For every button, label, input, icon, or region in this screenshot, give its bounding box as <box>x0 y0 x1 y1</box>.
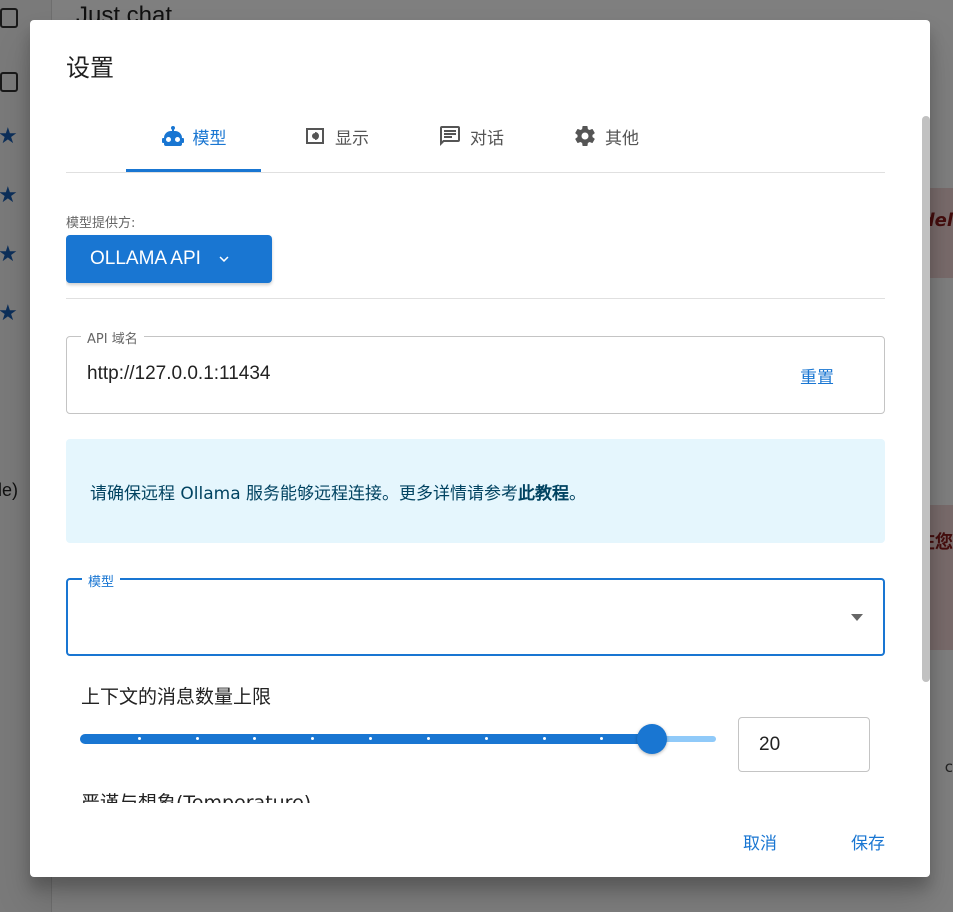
slider-mark <box>600 737 603 740</box>
reset-button[interactable]: 重置 <box>800 363 834 388</box>
settings-dialog: 设置 模型 显示 对话 其他 模型提供方: OLLAMA API API 域名 … <box>30 20 930 877</box>
provider-dropdown-button[interactable]: OLLAMA API <box>66 235 272 283</box>
provider-value: OLLAMA API <box>90 248 201 269</box>
slider-mark <box>543 737 546 740</box>
robot-icon <box>161 126 184 146</box>
tab-label: 模型 <box>192 128 227 149</box>
dialog-actions: 取消 保存 <box>30 803 930 877</box>
chevron-down-icon <box>219 256 229 262</box>
slider-track <box>80 734 652 744</box>
tab-chat[interactable]: 对话 <box>416 100 526 172</box>
chat-icon <box>440 126 460 146</box>
cancel-button[interactable]: 取消 <box>743 829 777 854</box>
section-divider <box>66 298 885 299</box>
gear-icon <box>575 126 595 146</box>
display-icon <box>306 128 324 144</box>
alert-suffix: 。 <box>569 484 587 504</box>
tab-label: 其他 <box>605 128 639 149</box>
slider-mark <box>196 737 199 740</box>
context-limit-label: 上下文的消息数量上限 <box>81 686 272 708</box>
tab-display[interactable]: 显示 <box>281 100 391 172</box>
slider-thumb[interactable] <box>637 724 667 754</box>
slider-mark <box>427 737 430 740</box>
save-button[interactable]: 保存 <box>851 829 885 854</box>
tab-other[interactable]: 其他 <box>551 100 661 172</box>
slider-mark <box>311 737 314 740</box>
model-select-legend: 模型 <box>82 571 121 590</box>
api-host-input[interactable]: http://127.0.0.1:11434 <box>87 363 270 385</box>
dialog-content: 模型 显示 对话 其他 模型提供方: OLLAMA API API 域名 htt… <box>66 100 885 803</box>
context-limit-slider[interactable] <box>80 724 716 754</box>
tab-indicator <box>126 169 261 172</box>
dropdown-arrow-icon <box>851 614 863 621</box>
api-host-legend: API 域名 <box>81 328 144 347</box>
model-select[interactable]: 模型 <box>66 571 885 656</box>
dialog-scrollbar[interactable] <box>922 116 930 682</box>
tutorial-link[interactable]: 此教程 <box>518 484 569 504</box>
settings-tabs: 模型 显示 对话 其他 <box>66 100 885 173</box>
slider-mark <box>138 737 141 740</box>
tab-model[interactable]: 模型 <box>126 100 261 172</box>
dialog-title: 设置 <box>66 54 114 82</box>
slider-mark <box>485 737 488 740</box>
context-limit-input[interactable]: 20 <box>738 717 870 772</box>
provider-label: 模型提供方: <box>66 216 136 231</box>
alert-text: 请确保远程 Ollama 服务能够远程连接。更多详情请参考此教程。 <box>90 479 586 504</box>
slider-mark <box>369 737 372 740</box>
tab-label: 显示 <box>335 128 369 149</box>
tab-label: 对话 <box>470 128 504 149</box>
temperature-label: 严谨与想象(Temperature) <box>81 792 312 803</box>
alert-message: 请确保远程 Ollama 服务能够远程连接。更多详情请参考 <box>90 484 519 504</box>
slider-mark <box>253 737 256 740</box>
api-host-field[interactable]: API 域名 http://127.0.0.1:11434 重置 <box>66 328 885 414</box>
info-alert: 请确保远程 Ollama 服务能够远程连接。更多详情请参考此教程。 <box>66 439 885 543</box>
